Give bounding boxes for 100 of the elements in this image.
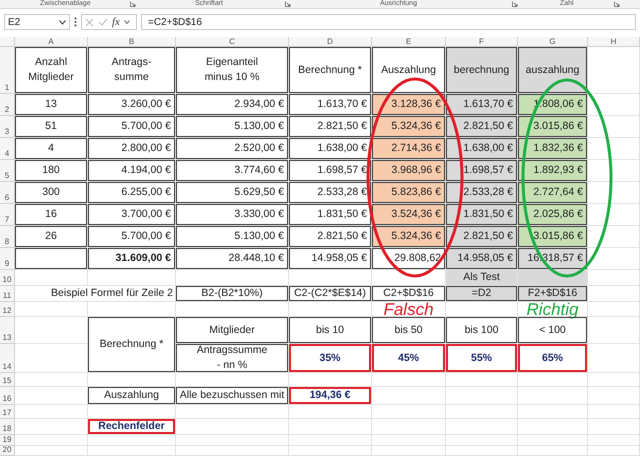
table-cell: 3.330,00 €: [176, 204, 289, 226]
table-cell: 3.015,86 €: [518, 116, 588, 138]
row-header[interactable]: 18: [0, 419, 15, 435]
table-cell: [446, 387, 518, 405]
table-cell: B2-(B2*10%): [176, 286, 289, 302]
row-header[interactable]: 14: [0, 344, 15, 373]
table-cell: 5.324,36 €: [372, 116, 446, 138]
table-cell: 1.613,70 €: [446, 94, 518, 116]
table-cell: 51: [15, 116, 88, 138]
table-cell: [446, 446, 518, 456]
table-cell: C2+$D$16: [372, 286, 446, 302]
table-cell: 1.831,50 €: [446, 204, 518, 226]
row-header[interactable]: 3: [0, 116, 15, 138]
column-header[interactable]: C: [176, 37, 289, 47]
table-cell: [446, 435, 518, 446]
insert-function-button[interactable]: fx: [112, 14, 120, 30]
table-cell: Alle bezuschussen mit: [176, 387, 289, 405]
table-cell: bis 50: [372, 317, 446, 344]
table-cell: Beispiel Formel für Zeile 2: [15, 286, 176, 302]
table-cell: Antrags- summe: [88, 47, 176, 94]
table-cell: 16: [15, 204, 88, 226]
table-cell: [588, 248, 640, 270]
row-header[interactable]: 8: [0, 226, 15, 248]
table-cell: [518, 435, 588, 446]
row-header[interactable]: 19: [0, 435, 15, 446]
table-cell: bis 10: [289, 317, 372, 344]
table-cell: Antragssumme - nn %: [176, 344, 289, 373]
row-header[interactable]: 17: [0, 405, 15, 419]
row-header[interactable]: 13: [0, 317, 15, 344]
table-cell: [588, 182, 640, 204]
column-header[interactable]: H: [588, 37, 640, 47]
table-cell: [588, 419, 640, 435]
row-header[interactable]: 10: [0, 270, 15, 286]
table-cell: C2-(C2*$E$14): [289, 286, 372, 302]
row-header[interactable]: 16: [0, 387, 15, 405]
table-cell: 3.524,36 €: [372, 204, 446, 226]
formula-field[interactable]: =C2+$D$16: [141, 14, 636, 30]
table-cell: 300: [15, 182, 88, 204]
table-cell: Berechnung *: [88, 317, 176, 373]
column-header[interactable]: B: [88, 37, 176, 47]
row-header[interactable]: 12: [0, 302, 15, 317]
row-header[interactable]: 11: [0, 286, 15, 302]
row-header[interactable]: 6: [0, 182, 15, 204]
check-icon[interactable]: [98, 18, 108, 26]
row-header[interactable]: 15: [0, 373, 15, 387]
table-cell: [588, 94, 640, 116]
table-cell: 2.533,28 €: [446, 182, 518, 204]
table-cell: Falsch: [372, 302, 446, 317]
row-header[interactable]: 20: [0, 446, 15, 456]
table-cell: 194,36 €: [289, 387, 372, 405]
row-header[interactable]: 7: [0, 204, 15, 226]
row-header[interactable]: 9: [0, 248, 15, 270]
table-cell: [518, 405, 588, 419]
row-header[interactable]: 2: [0, 94, 15, 116]
dialog-launcher-icon[interactable]: [512, 1, 518, 7]
name-box[interactable]: E2: [4, 14, 70, 30]
table-cell: Eigenanteil minus 10 %: [176, 47, 289, 94]
table-cell: 3.968,96 €: [372, 160, 446, 182]
table-cell: Rechenfelder: [88, 419, 176, 435]
caret-icon: [59, 20, 66, 24]
table-cell: 14.958,05 €: [289, 248, 372, 270]
more-icon[interactable]: [74, 17, 77, 27]
table-cell: [588, 387, 640, 405]
caret-icon: [124, 20, 130, 24]
table-cell: 5.629,50 €: [176, 182, 289, 204]
dialog-launcher-icon[interactable]: [614, 1, 620, 7]
table-cell: bis 100: [446, 317, 518, 344]
table-cell: Anzahl Mitglieder: [15, 47, 88, 94]
table-cell: 5.823,86 €: [372, 182, 446, 204]
table-cell: [588, 286, 640, 302]
table-cell: [446, 405, 518, 419]
table-cell: 2.714,36 €: [372, 138, 446, 160]
table-cell: Richtig: [518, 302, 588, 317]
table-cell: 2.821,50 €: [289, 226, 372, 248]
table-cell: 3.260,00 €: [88, 94, 176, 116]
table-cell: 6.255,00 €: [88, 182, 176, 204]
column-header[interactable]: E: [372, 37, 446, 47]
table-cell: < 100: [518, 317, 588, 344]
table-cell: 2.520,00 €: [176, 138, 289, 160]
table-cell: 45%: [372, 344, 446, 373]
table-cell: [518, 373, 588, 387]
table-cell: 65%: [518, 344, 588, 373]
dialog-launcher-icon[interactable]: [285, 1, 291, 7]
table-cell: 1.638,00 €: [289, 138, 372, 160]
table-cell: 35%: [289, 344, 372, 373]
row-header[interactable]: 5: [0, 160, 15, 182]
table-cell: [588, 160, 640, 182]
table-cell: [588, 317, 640, 344]
table-cell: [518, 387, 588, 405]
column-header[interactable]: A: [15, 37, 88, 47]
table-cell: 28.448,10 €: [176, 248, 289, 270]
row-header[interactable]: 4: [0, 138, 15, 160]
dialog-launcher-icon[interactable]: [130, 1, 136, 7]
row-header[interactable]: 1: [0, 47, 15, 94]
table-cell: 2.727,64 €: [518, 182, 588, 204]
column-header[interactable]: D: [289, 37, 372, 47]
column-header[interactable]: F: [446, 37, 518, 47]
table-cell: 31.609,00 €: [88, 248, 176, 270]
table-cell: 3.774,60 €: [176, 160, 289, 182]
column-header[interactable]: G: [518, 37, 588, 47]
